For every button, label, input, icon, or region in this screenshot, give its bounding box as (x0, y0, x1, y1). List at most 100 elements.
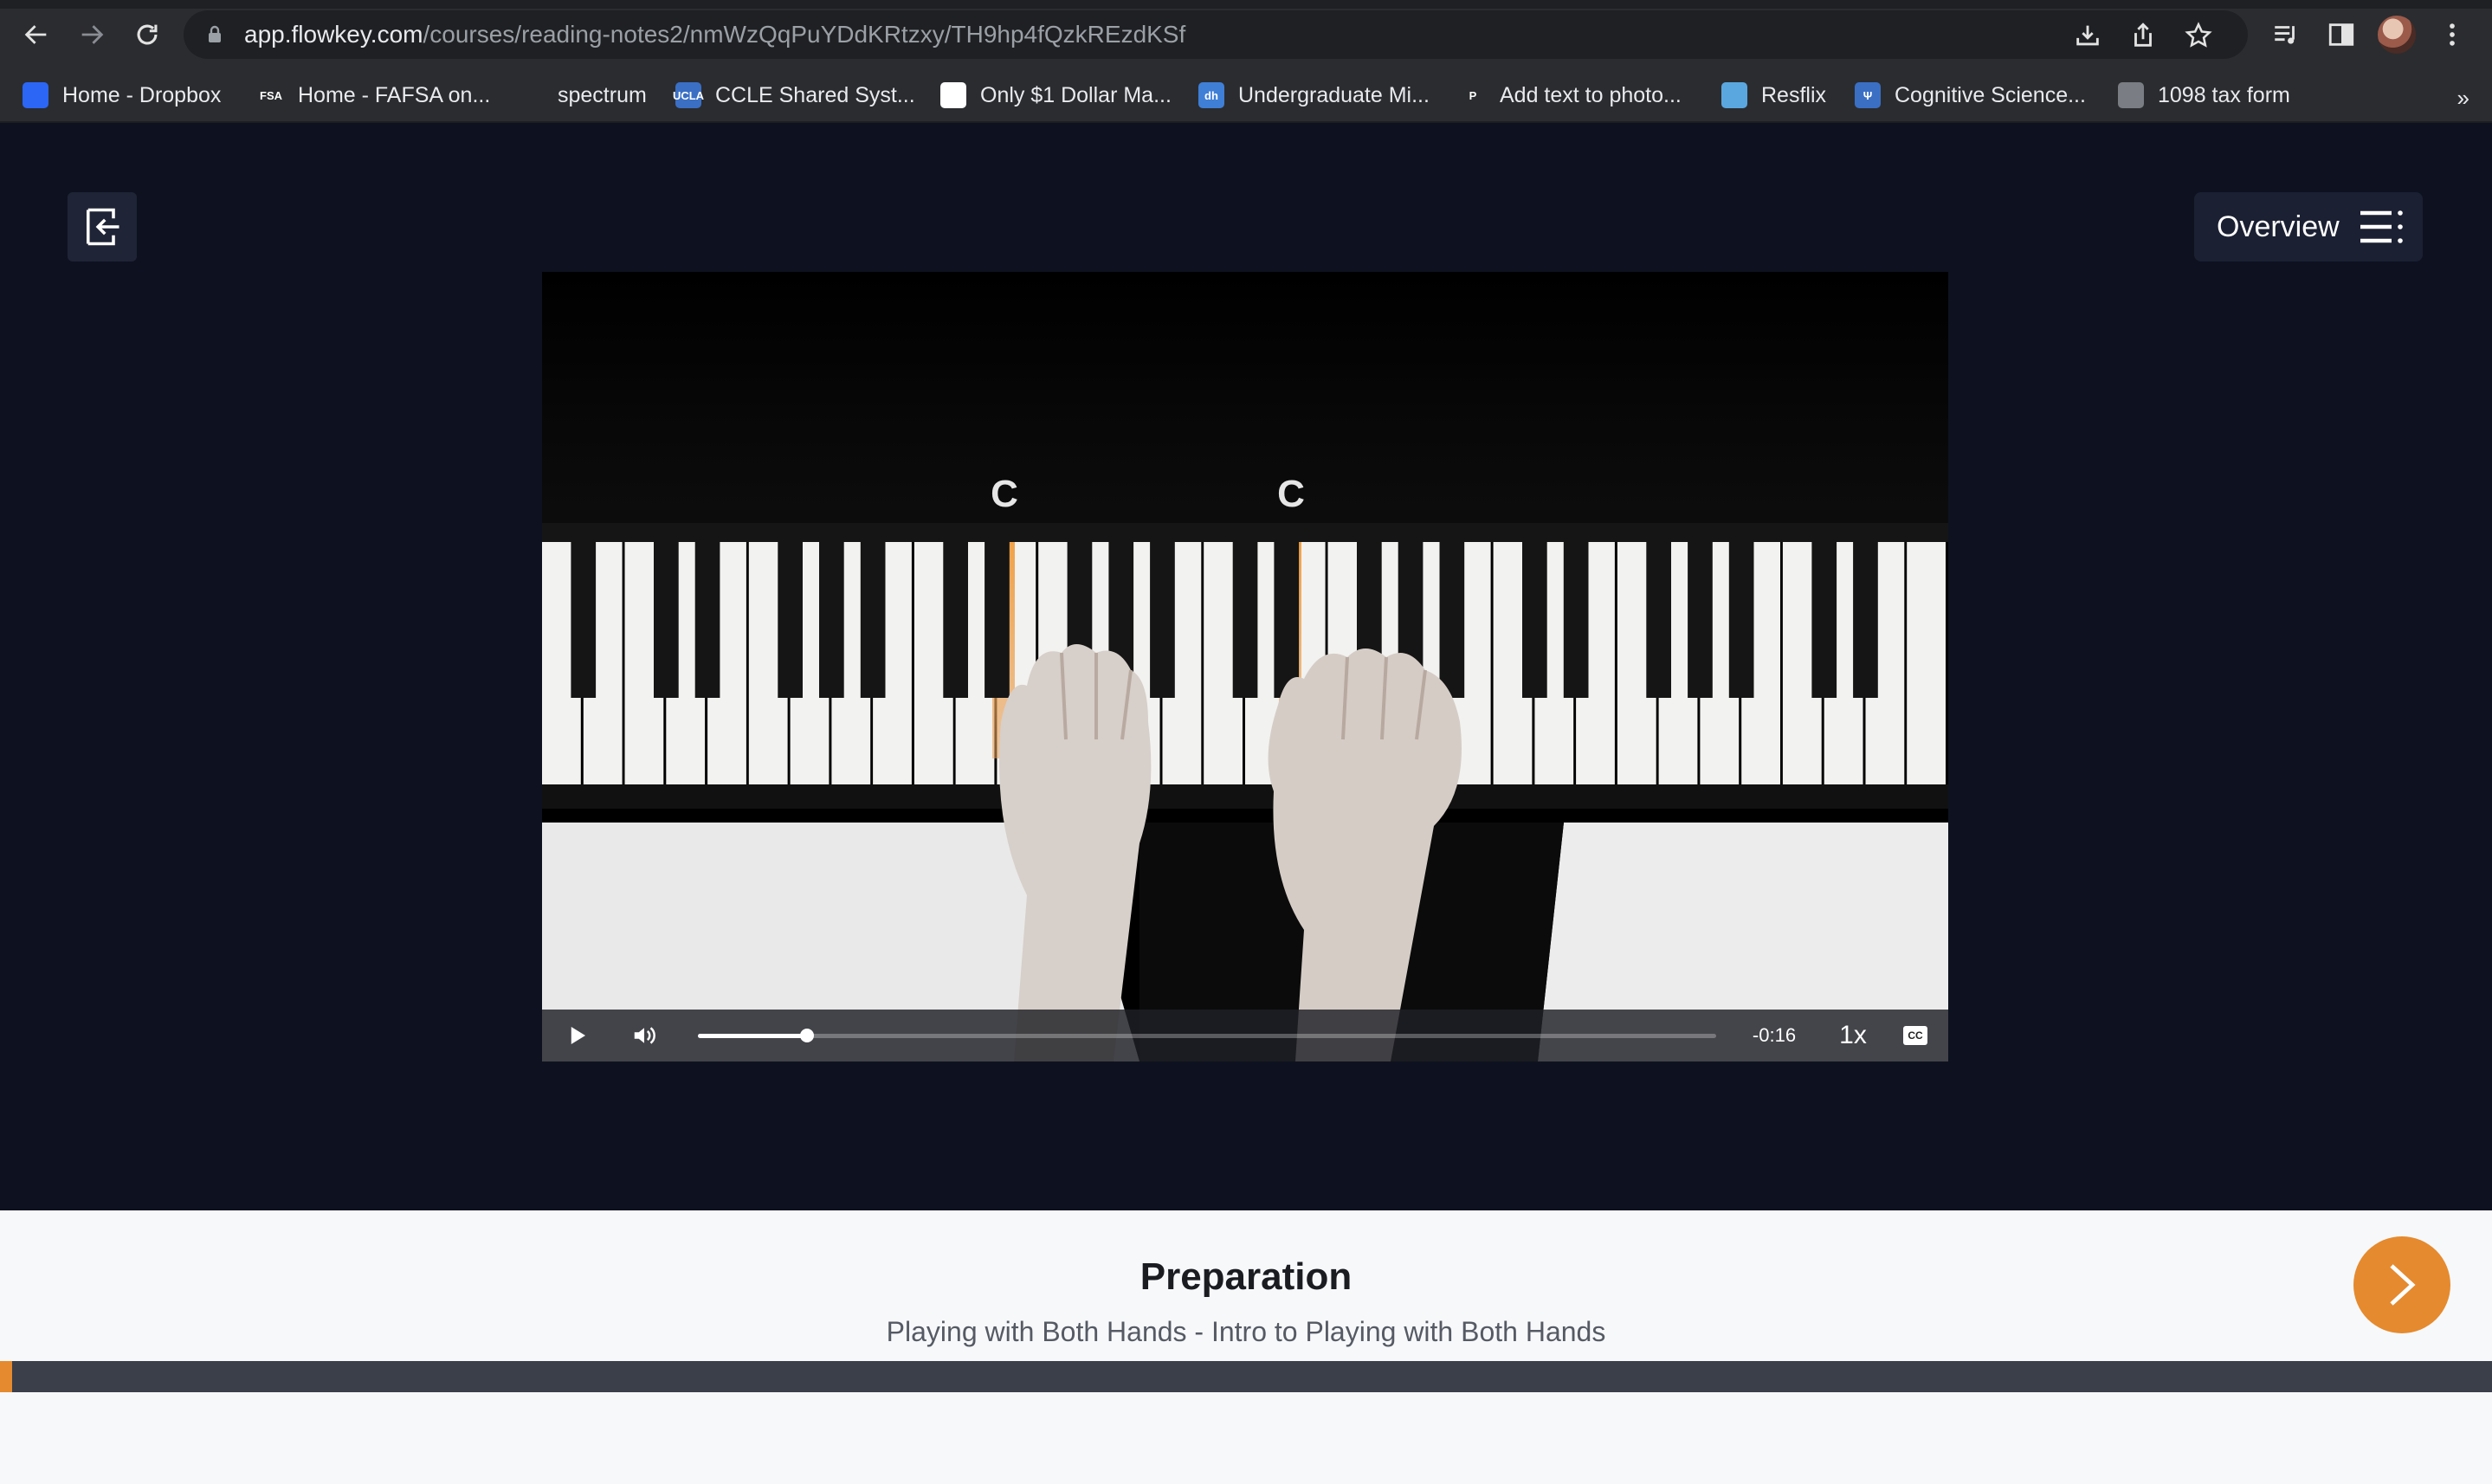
course-progress-fill (0, 1361, 13, 1392)
black-key (778, 542, 803, 698)
bookmark-item[interactable]: P Add text to photo... (1460, 78, 1682, 113)
media-controls-button[interactable] (2269, 17, 2303, 52)
psi-icon: Ψ (1855, 82, 1881, 108)
reload-button[interactable] (128, 16, 166, 54)
captions-icon: CC (1903, 1026, 1927, 1045)
black-key (1728, 542, 1754, 698)
seek-bar-played (698, 1034, 807, 1038)
play-button[interactable] (559, 1010, 594, 1061)
lesson-subtitle: Playing with Both Hands - Intro to Playi… (886, 1316, 1606, 1347)
browser-toolbar: app.flowkey.com/courses/reading-notes2/n… (0, 0, 2492, 69)
black-key (985, 542, 1010, 698)
next-step-button[interactable] (2353, 1236, 2450, 1333)
chevron-right-icon (2390, 1264, 2416, 1306)
bookmark-label: 1098 tax form (2158, 82, 2290, 107)
black-key (1150, 542, 1175, 698)
seek-handle[interactable] (799, 1029, 814, 1042)
piano-video-frame (542, 272, 1948, 1061)
bookmark-star-button[interactable] (2184, 21, 2213, 50)
bookmark-label: Add text to photo... (1500, 82, 1682, 107)
black-key (1232, 542, 1258, 698)
bookmark-item[interactable]: dh Undergraduate Mi... (1198, 78, 1430, 113)
only1-icon (940, 82, 966, 108)
bookmark-label: Resflix (1761, 82, 1827, 107)
share-icon (2134, 23, 2152, 47)
volume-button[interactable] (625, 1010, 663, 1061)
kebab-menu-icon (2450, 23, 2455, 46)
address-bar[interactable]: app.flowkey.com/courses/reading-notes2/n… (184, 10, 2248, 59)
fsa-icon: FSA (258, 82, 284, 108)
reload-icon (137, 24, 158, 45)
bookmark-item[interactable]: 1098 tax form (2118, 78, 2290, 113)
black-key (1646, 542, 1671, 698)
media-queue-icon (2275, 26, 2295, 44)
url-text[interactable]: app.flowkey.com/courses/reading-notes2/n… (244, 10, 1185, 59)
black-key (1853, 542, 1878, 698)
exit-lesson-button[interactable] (68, 192, 137, 261)
bookmark-label: Home - Dropbox (62, 82, 222, 107)
black-key (654, 542, 679, 698)
side-panel-button[interactable] (2324, 17, 2359, 52)
resflix-icon (1721, 82, 1747, 108)
overview-button[interactable]: Overview (2194, 192, 2423, 261)
note-label-left: C (991, 473, 1018, 515)
black-key (1522, 542, 1547, 698)
install-app-button[interactable] (2073, 21, 2102, 50)
black-key (1563, 542, 1589, 698)
url-path: /courses/reading-notes2/nmWzQqPuYDdKRtzx… (423, 21, 1186, 48)
black-key (819, 542, 844, 698)
black-key (860, 542, 886, 698)
seek-bar[interactable] (698, 1029, 1716, 1042)
ucla-icon: UCLA (673, 82, 704, 108)
forward-button[interactable] (73, 16, 111, 54)
black-key (943, 542, 968, 698)
playback-speed-button[interactable]: 1x (1827, 1010, 1879, 1061)
black-key (571, 542, 597, 698)
bookmark-item[interactable]: Home - Dropbox (23, 78, 221, 113)
time-remaining: -0:16 (1752, 1024, 1797, 1046)
video-player[interactable]: C C -0:16 1x CC (542, 272, 1948, 1061)
left-hand (999, 644, 1152, 1061)
volume-icon (634, 1027, 655, 1044)
bookmark-item[interactable]: Resflix (1721, 78, 1826, 113)
black-key (694, 542, 720, 698)
dh-icon: dh (1198, 82, 1224, 108)
back-button[interactable] (17, 16, 55, 54)
list-icon (2360, 210, 2403, 243)
note-label-right: C (1277, 473, 1305, 515)
lesson-info-bar: Preparation Playing with Both Hands - In… (0, 1210, 2492, 1484)
bookmarks-bar: Home - Dropbox FSA Home - FAFSA on... spect… (0, 69, 2492, 123)
install-icon (2076, 25, 2099, 46)
bookmark-label: CCLE Shared Syst... (715, 82, 915, 107)
star-icon (2185, 22, 2212, 48)
bookmark-item[interactable]: Only $1 Dollar Ma... (940, 78, 1172, 113)
black-key (1274, 542, 1300, 698)
picmonkey-icon: P (1460, 82, 1486, 108)
exit-icon (86, 208, 119, 246)
white-key (1907, 542, 1946, 784)
course-progress-bar (0, 1361, 2492, 1392)
url-host: app.flowkey.com (244, 21, 423, 48)
video-controls: -0:16 1x CC (542, 1010, 1948, 1061)
share-button[interactable] (2128, 21, 2158, 50)
side-panel-icon (2328, 23, 2354, 46)
more-bookmarks-button[interactable]: » (2457, 85, 2469, 112)
black-key (1811, 542, 1837, 698)
lock-icon (209, 25, 221, 42)
bookmark-item[interactable]: Ψ Cognitive Science... (1855, 78, 2086, 113)
profile-avatar[interactable] (2378, 16, 2416, 54)
globe-icon (2118, 82, 2144, 108)
bookmark-label: Only $1 Dollar Ma... (980, 82, 1172, 107)
overview-label: Overview (2217, 210, 2340, 243)
browser-menu-button[interactable] (2435, 17, 2469, 52)
bookmark-label: Home - FAFSA on... (298, 82, 491, 107)
black-key (1439, 542, 1465, 698)
tab-strip-edge (0, 0, 2492, 9)
spectrum-icon (518, 82, 544, 108)
bookmark-item[interactable]: FSA Home - FAFSA on... (258, 78, 490, 113)
bookmark-item[interactable]: spectrum (518, 78, 647, 113)
bookmark-item[interactable]: UCLA CCLE Shared Syst... (673, 78, 915, 113)
lesson-title: Preparation (1139, 1255, 1353, 1298)
captions-button[interactable]: CC (1900, 1010, 1931, 1061)
bookmark-label: spectrum (558, 82, 647, 107)
